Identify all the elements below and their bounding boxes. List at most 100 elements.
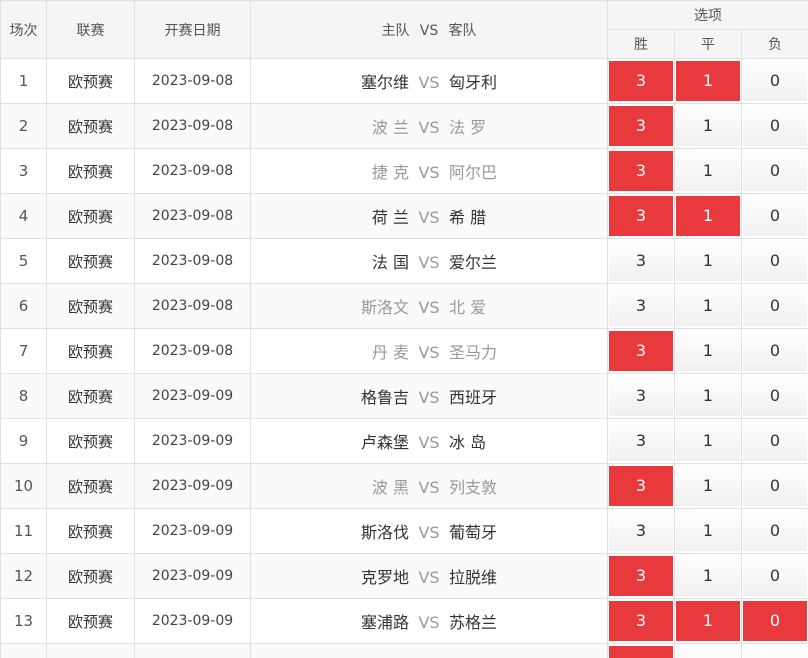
match-index: 14 [0, 643, 47, 658]
option-draw-button[interactable]: 1 [676, 511, 740, 551]
match-teams: 斯洛伐 VS 葡萄牙 [250, 508, 608, 554]
option-win-button[interactable]: 3 [609, 106, 673, 146]
option-win-button[interactable]: 3 [609, 421, 673, 461]
option-win-cell: 3 [607, 283, 675, 329]
header-opt-win: 胜 [607, 29, 675, 59]
table-row: 5 欧预赛 2023-09-08 法 国 VS 爱尔兰 3 1 0 [0, 238, 808, 284]
option-draw-button[interactable]: 1 [676, 241, 740, 281]
option-win-button[interactable]: 3 [609, 376, 673, 416]
header-opt-lose: 负 [740, 29, 808, 59]
league-name: 欧预赛 [46, 238, 135, 284]
away-team: 苏格兰 [449, 613, 498, 632]
league-name: 欧预赛 [46, 418, 135, 464]
match-teams: 丹 麦 VS 圣马力 [250, 328, 608, 374]
match-date: 2023-09-08 [134, 328, 251, 374]
vs-label: VS [418, 478, 440, 497]
option-win-button[interactable]: 3 [609, 61, 673, 101]
option-win-button[interactable]: 3 [609, 511, 673, 551]
league-name: 欧预赛 [46, 148, 135, 194]
match-table: 场次 联赛 开赛日期 主队 VS 客队 选项 胜 平 负 1 欧预赛 2023-09… [0, 0, 808, 658]
away-team: 圣马力 [449, 343, 498, 362]
option-lose-cell: 0 [740, 553, 808, 599]
table-row: 2 欧预赛 2023-09-08 波 兰 VS 法 罗 310 [0, 103, 808, 149]
option-draw-button[interactable]: 1 [676, 421, 740, 461]
option-draw-button[interactable]: 1 [676, 106, 740, 146]
header-home: 主队 [381, 22, 410, 39]
match-index: 6 [0, 283, 47, 329]
option-win-button[interactable]: 3 [609, 196, 673, 236]
match-index: 4 [0, 193, 47, 239]
match-date: 2023-09-09 [134, 553, 251, 599]
match-date: 2023-09-08 [134, 193, 251, 239]
option-win-button[interactable]: 3 [609, 331, 673, 371]
option-win-button[interactable]: 3 [609, 466, 673, 506]
table-body: 1 欧预赛 2023-09-08 塞尔维 VS 匈牙利 3 1 0 2 欧预赛 2023-09-08 波… [0, 58, 808, 658]
match-teams: 荷 兰 VS 希 腊 [250, 193, 608, 239]
header-opt-draw: 平 [674, 29, 742, 59]
match-table-container: 场次 联赛 开赛日期 主队 VS 客队 选项 胜 平 负 1 欧预赛 2023-09… [0, 0, 808, 658]
option-lose-button[interactable]: 0 [743, 376, 808, 416]
option-win-cell: 3 [607, 103, 675, 149]
league-name: 欧预赛 [46, 373, 135, 419]
option-lose-button[interactable]: 0 [743, 466, 808, 506]
home-team: 法 国 [371, 253, 409, 272]
table-row: 9 欧预赛 2023-09-09 卢森堡 VS 冰 岛 310 [0, 418, 808, 464]
league-name: 欧预赛 [46, 643, 135, 658]
away-team: 阿尔巴 [449, 163, 498, 182]
option-win-button[interactable]: 3 [609, 646, 673, 658]
option-draw-button[interactable]: 1 [676, 61, 740, 101]
league-name: 欧预赛 [46, 508, 135, 554]
option-win-button[interactable]: 3 [609, 556, 673, 596]
option-draw-button[interactable]: 1 [676, 196, 740, 236]
match-index: 13 [0, 598, 47, 644]
away-team: 冰 岛 [449, 433, 487, 452]
option-draw-button[interactable]: 1 [676, 466, 740, 506]
option-lose-button[interactable]: 0 [743, 286, 808, 326]
header-date: 开赛日期 [134, 0, 251, 59]
league-name: 欧预赛 [46, 328, 135, 374]
option-draw-cell: 1 [674, 193, 742, 239]
match-date: 2023-09-08 [134, 58, 251, 104]
match-teams: 塞浦路 VS 苏格兰 [250, 598, 608, 644]
option-draw-button[interactable]: 1 [676, 331, 740, 371]
match-date: 2023-09-08 [134, 148, 251, 194]
match-date: 2023-09-08 [134, 238, 251, 284]
option-draw-button[interactable]: 1 [676, 646, 740, 658]
option-lose-cell: 0 [740, 598, 808, 644]
option-lose-button[interactable]: 0 [743, 241, 808, 281]
option-draw-cell: 1 [674, 553, 742, 599]
home-team: 波 黑 [371, 478, 409, 497]
option-win-button[interactable]: 3 [609, 151, 673, 191]
away-team: 葡萄牙 [449, 523, 498, 542]
option-lose-button[interactable]: 0 [743, 511, 808, 551]
match-index: 5 [0, 238, 47, 284]
table-row: 12 欧预赛 2023-09-09 克罗地 VS 拉脱维 3 1 0 [0, 553, 808, 599]
match-teams: 卢森堡 VS 冰 岛 [250, 418, 608, 464]
option-lose-button[interactable]: 0 [743, 331, 808, 371]
option-lose-button[interactable]: 0 [743, 601, 808, 641]
vs-label: VS [418, 253, 440, 272]
option-win-button[interactable]: 3 [609, 286, 673, 326]
option-win-button[interactable]: 3 [609, 241, 673, 281]
option-lose-button[interactable]: 0 [743, 646, 808, 658]
match-date: 2023-09-09 [134, 373, 251, 419]
option-win-button[interactable]: 3 [609, 601, 673, 641]
option-win-cell: 3 [607, 418, 675, 464]
match-date: 2023-09-08 [134, 103, 251, 149]
option-draw-button[interactable]: 1 [676, 286, 740, 326]
option-lose-button[interactable]: 0 [743, 61, 808, 101]
option-draw-button[interactable]: 1 [676, 151, 740, 191]
option-draw-button[interactable]: 1 [676, 601, 740, 641]
option-lose-button[interactable]: 0 [743, 106, 808, 146]
table-row: 8 欧预赛 2023-09-09 格鲁吉 VS 西班牙 3 1 0 [0, 373, 808, 419]
option-lose-button[interactable]: 0 [743, 421, 808, 461]
option-draw-button[interactable]: 1 [676, 376, 740, 416]
match-date: 2023-09-08 [134, 283, 251, 329]
option-lose-button[interactable]: 0 [743, 151, 808, 191]
away-team: 拉脱维 [449, 568, 498, 587]
option-draw-button[interactable]: 1 [676, 556, 740, 596]
option-lose-button[interactable]: 0 [743, 196, 808, 236]
option-lose-button[interactable]: 0 [743, 556, 808, 596]
league-name: 欧预赛 [46, 193, 135, 239]
vs-label: VS [418, 73, 440, 92]
